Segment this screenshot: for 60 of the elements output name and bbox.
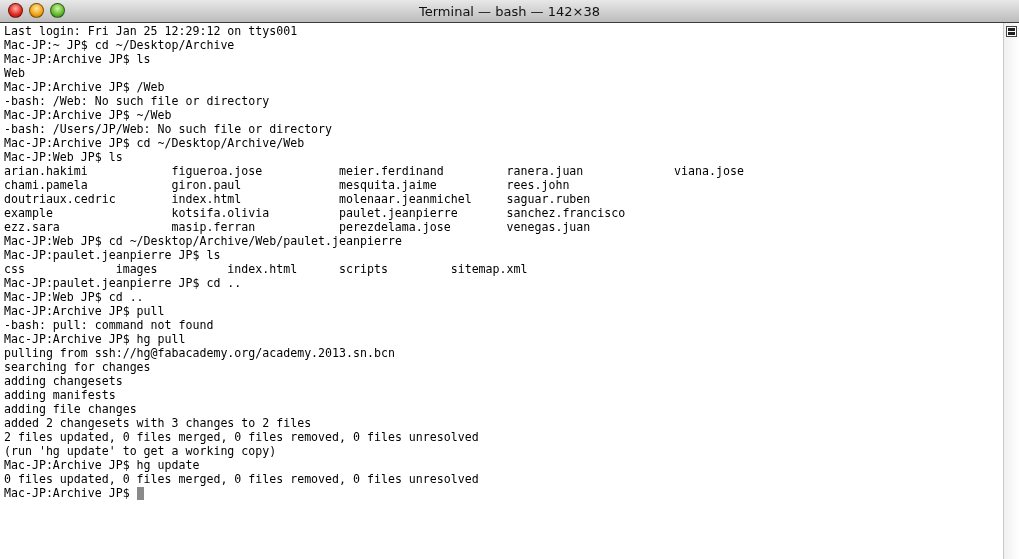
terminal-line: Mac-JP:paulet.jeanpierre JP$ cd .. (4, 276, 242, 290)
minimize-button[interactable] (29, 3, 44, 18)
terminal-line: Mac-JP:Archive JP$ hg pull (4, 332, 186, 346)
terminal-line: Mac-JP:paulet.jeanpierre JP$ ls (4, 248, 221, 262)
terminal-line: Mac-JP:Web JP$ ls (4, 150, 123, 164)
file-name: index.html (227, 262, 298, 276)
file-name: css (4, 262, 25, 276)
terminal-line: Mac-JP:Web JP$ cd .. (4, 290, 144, 304)
file-name: rees.john (506, 178, 570, 192)
file-name: giron.paul (171, 178, 242, 192)
terminal-line: Mac-JP:Archive JP$ (4, 486, 131, 500)
file-name: scripts (339, 262, 388, 276)
file-name: kotsifa.olivia (171, 206, 270, 220)
terminal-line: added 2 changesets with 3 changes to 2 files (4, 416, 312, 430)
terminal-line: -bash: pull: command not found (4, 318, 214, 332)
window-title: Terminal — bash — 142×38 (419, 3, 600, 19)
file-name: saguar.ruben (506, 192, 591, 206)
file-name: index.html (171, 192, 242, 206)
terminal-line: Mac-JP:Archive JP$ pull (4, 304, 165, 318)
file-name: example (4, 206, 53, 220)
terminal-line: Mac-JP:Archive JP$ hg update (4, 458, 200, 472)
file-name: viana.jose (674, 164, 744, 178)
zoom-button[interactable] (50, 3, 65, 18)
scroll-bar[interactable] (1003, 23, 1019, 559)
terminal-line: 0 files updated, 0 files merged, 0 files removed, 0 files unresolved (4, 472, 479, 486)
file-name: ezz.sara (4, 220, 60, 234)
terminal-line: Mac-JP:~ JP$ cd ~/Desktop/Archive (4, 38, 235, 52)
file-name: sanchez.francisco (506, 206, 626, 220)
terminal-line: pulling from ssh://hg@fabacademy.org/academy.2013.sn.bcn (4, 346, 395, 360)
terminal-line: Mac-JP:Web JP$ cd ~/Desktop/Archive/Web/paulet.jeanpierre (4, 234, 402, 248)
file-name: arian.hakimi (4, 164, 88, 178)
file-name: venegas.juan (506, 220, 591, 234)
file-name: ranera.juan (506, 164, 584, 178)
terminal-line: (run 'hg update' to get a working copy) (4, 444, 277, 458)
terminal-line: adding file changes (4, 402, 137, 416)
split-pane-icon[interactable] (1006, 26, 1017, 37)
terminal-line: Mac-JP:Archive JP$ cd ~/Desktop/Archive/Web (4, 136, 305, 150)
file-name: figueroa.jose (171, 164, 263, 178)
terminal-line: -bash: /Users/JP/Web: No such file or directory (4, 122, 333, 136)
file-name: chami.pamela (4, 178, 88, 192)
file-name: molenaar.jeanmichel (339, 192, 472, 206)
terminal-line: adding changesets (4, 374, 123, 388)
file-name: perezdelama.jose (339, 220, 451, 234)
file-name: mesquita.jaime (339, 178, 437, 192)
file-name: images (115, 262, 158, 276)
terminal-line: Mac-JP:Archive JP$ /Web (4, 80, 165, 94)
terminal-line: Web (4, 66, 25, 80)
close-button[interactable] (8, 3, 23, 18)
terminal-line: Last login: Fri Jan 25 12:29:12 on ttys001 (4, 24, 298, 38)
terminal-line: Mac-JP:Archive JP$ ls (4, 52, 151, 66)
file-name: meier.ferdinand (339, 164, 444, 178)
terminal-line: -bash: /Web: No such file or directory (4, 94, 270, 108)
terminal-line: 2 files updated, 0 files merged, 0 files removed, 0 files unresolved (4, 430, 479, 444)
file-name: sitemap.xml (450, 262, 528, 276)
terminal-line: adding manifests (4, 388, 116, 402)
terminal-line: searching for changes (4, 360, 151, 374)
file-name: doutriaux.cedric (4, 192, 116, 206)
terminal-line: Mac-JP:Archive JP$ ~/Web (4, 108, 172, 122)
file-name: paulet.jeanpierre (339, 206, 458, 220)
file-name: masip.ferran (171, 220, 256, 234)
